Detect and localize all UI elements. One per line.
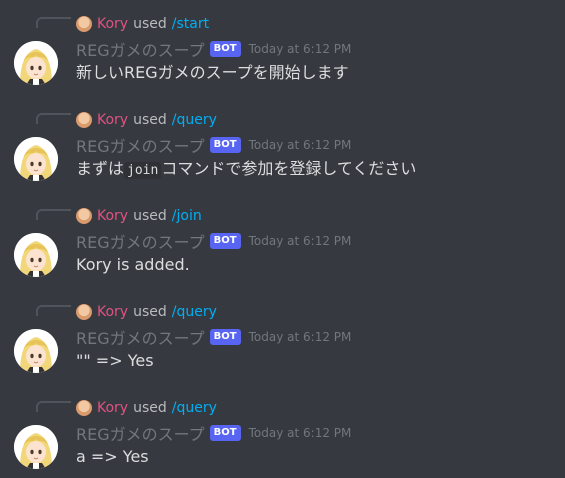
command-used-label: used xyxy=(133,112,167,128)
message: Kory used /join REGガメのスープ BOT Today at 6… xyxy=(0,192,565,284)
command-name[interactable]: /query xyxy=(172,304,217,320)
username[interactable]: REGガメのスープ xyxy=(76,421,205,445)
message-header: REGガメのスープ BOT Today at 6:12 PM xyxy=(76,37,351,61)
bot-avatar[interactable] xyxy=(14,425,58,469)
timestamp: Today at 6:12 PM xyxy=(248,330,352,344)
user-mini-avatar-icon xyxy=(76,208,92,224)
message-header: REGガメのスープ BOT Today at 6:12 PM xyxy=(76,133,351,157)
user-mini-avatar-icon xyxy=(76,400,92,416)
reply-connector xyxy=(36,113,71,124)
blonde-anime-girl-avatar xyxy=(14,137,58,181)
command-reference: Kory used /join xyxy=(76,207,202,225)
command-used-label: used xyxy=(133,16,167,32)
message-content: 新しいREGガメのスープを開始します xyxy=(76,63,349,82)
command-name[interactable]: /query xyxy=(172,400,217,416)
bot-avatar[interactable] xyxy=(14,137,58,181)
username[interactable]: REGガメのスープ xyxy=(76,133,205,157)
blonde-anime-girl-avatar xyxy=(14,425,58,469)
timestamp: Today at 6:12 PM xyxy=(248,426,352,440)
message-header: REGガメのスープ BOT Today at 6:12 PM xyxy=(76,325,351,349)
reply-connector xyxy=(36,401,71,412)
command-name[interactable]: /start xyxy=(172,16,209,32)
command-user[interactable]: Kory xyxy=(97,400,128,416)
message-content: まずは join コマンドで参加を登録してください xyxy=(76,158,416,182)
message-content: a => Yes xyxy=(76,447,149,466)
command-used-label: used xyxy=(133,304,167,320)
message: Kory used /query REGガメのスープ BOT Today at … xyxy=(0,96,565,188)
message-content: Kory is added. xyxy=(76,255,190,274)
timestamp: Today at 6:12 PM xyxy=(248,234,352,248)
reply-connector xyxy=(36,17,71,28)
bot-tag: BOT xyxy=(209,41,241,57)
user-mini-avatar-icon xyxy=(76,16,92,32)
command-reference: Kory used /query xyxy=(76,303,217,321)
message-header: REGガメのスープ BOT Today at 6:12 PM xyxy=(76,229,351,253)
username[interactable]: REGガメのスープ xyxy=(76,325,205,349)
username[interactable]: REGガメのスープ xyxy=(76,229,205,253)
blonde-anime-girl-avatar xyxy=(14,329,58,373)
message: Kory used /start REGガメのスープ BOT Today at … xyxy=(0,0,565,92)
content-text: まずは xyxy=(76,159,125,178)
bot-avatar[interactable] xyxy=(14,329,58,373)
message-header: REGガメのスープ BOT Today at 6:12 PM xyxy=(76,421,351,445)
command-user[interactable]: Kory xyxy=(97,16,128,32)
blonde-anime-girl-avatar xyxy=(14,41,58,85)
command-user[interactable]: Kory xyxy=(97,208,128,224)
command-reference: Kory used /start xyxy=(76,15,209,33)
command-reference: Kory used /query xyxy=(76,399,217,417)
content-text: コマンドで参加を登録してください xyxy=(161,159,417,178)
bot-avatar[interactable] xyxy=(14,233,58,277)
user-mini-avatar-icon xyxy=(76,304,92,320)
bot-tag: BOT xyxy=(209,329,241,345)
bot-tag: BOT xyxy=(209,137,241,153)
command-reference: Kory used /query xyxy=(76,111,217,129)
reply-connector xyxy=(36,209,71,220)
inline-code: join xyxy=(124,162,162,179)
username[interactable]: REGガメのスープ xyxy=(76,37,205,61)
command-name[interactable]: /query xyxy=(172,112,217,128)
command-name[interactable]: /join xyxy=(172,208,202,224)
message-content: "" => Yes xyxy=(76,351,154,370)
command-user[interactable]: Kory xyxy=(97,112,128,128)
reply-connector xyxy=(36,305,71,316)
command-user[interactable]: Kory xyxy=(97,304,128,320)
bot-avatar[interactable] xyxy=(14,41,58,85)
timestamp: Today at 6:12 PM xyxy=(248,138,352,152)
command-used-label: used xyxy=(133,208,167,224)
command-used-label: used xyxy=(133,400,167,416)
bot-tag: BOT xyxy=(209,233,241,249)
timestamp: Today at 6:12 PM xyxy=(248,42,352,56)
message-list: Kory used /start REGガメのスープ BOT Today at … xyxy=(0,0,565,478)
message: Kory used /query REGガメのスープ BOT Today at … xyxy=(0,384,565,476)
message: Kory used /query REGガメのスープ BOT Today at … xyxy=(0,288,565,380)
blonde-anime-girl-avatar xyxy=(14,233,58,277)
user-mini-avatar-icon xyxy=(76,112,92,128)
bot-tag: BOT xyxy=(209,425,241,441)
